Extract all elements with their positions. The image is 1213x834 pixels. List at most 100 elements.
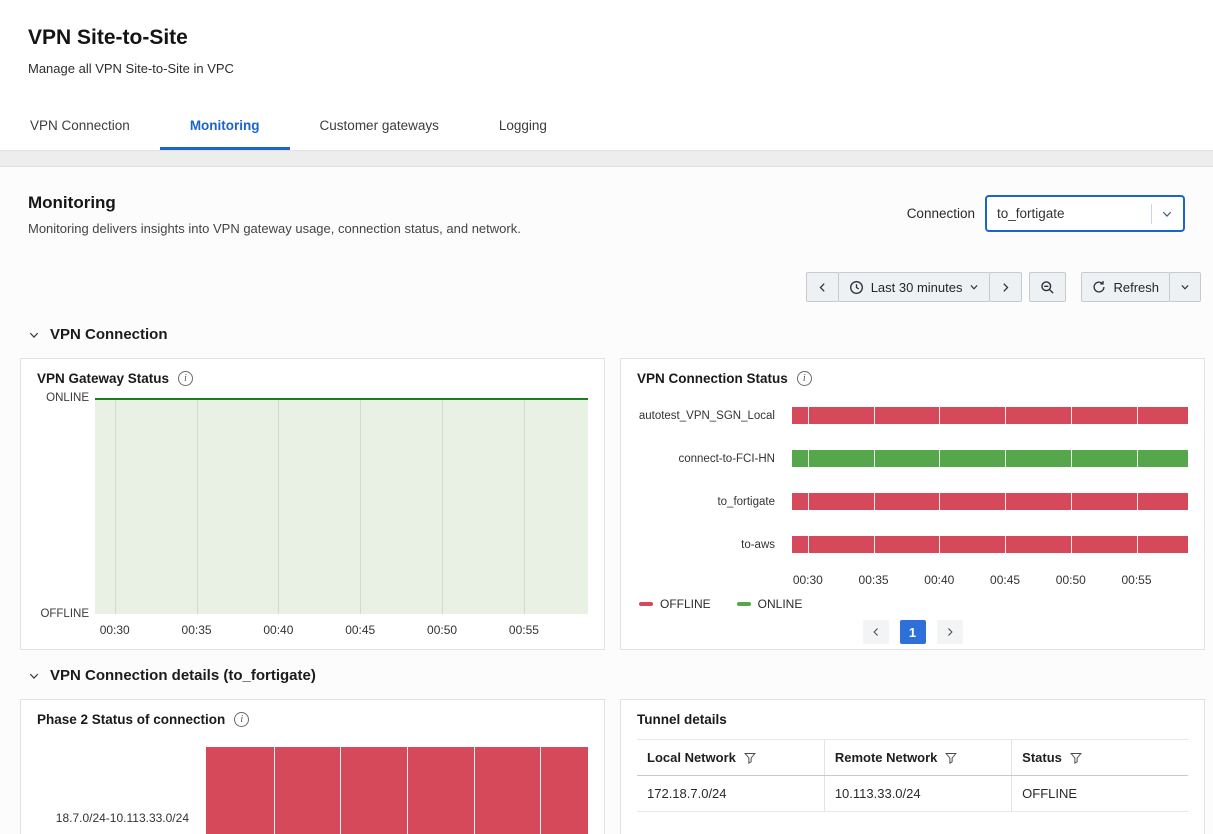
connection-status-chart: autotest_VPN_SGN_Local connect-to-FCI-HN: [637, 394, 1188, 644]
filter-icon[interactable]: [1070, 752, 1082, 764]
section-vpn-connection[interactable]: VPN Connection: [0, 302, 1213, 358]
phase2-status-panel: Phase 2 Status of connection i 18.7.0/24…: [20, 699, 605, 834]
x-tick: 00:50: [1056, 573, 1086, 587]
info-icon[interactable]: i: [178, 371, 193, 386]
column-header-status: Status: [1022, 750, 1062, 765]
vpn-site-to-site-page: VPN Site-to-Site Manage all VPN Site-to-…: [0, 0, 1213, 834]
x-tick: 00:55: [509, 623, 539, 637]
tab-customer-gateways[interactable]: Customer gateways: [290, 106, 469, 150]
gridline: [524, 400, 525, 614]
info-icon[interactable]: i: [234, 712, 249, 727]
tab-bar: VPN Connection Monitoring Customer gatew…: [0, 106, 1213, 150]
status-bar: [792, 536, 1188, 553]
gridline: [360, 400, 361, 614]
x-tick: 00:40: [924, 573, 954, 587]
gridline: [442, 400, 443, 614]
legend-label: ONLINE: [758, 597, 803, 611]
connection-status-row: autotest_VPN_SGN_Local: [637, 394, 1188, 437]
legend-item-offline[interactable]: OFFLINE: [639, 597, 711, 611]
vpn-connection-status-panel: VPN Connection Status i autotest_VPN_SGN…: [620, 358, 1205, 650]
time-range-button[interactable]: Last 30 minutes: [838, 272, 991, 302]
chevron-right-icon: [1000, 282, 1011, 293]
tab-monitoring[interactable]: Monitoring: [160, 106, 290, 150]
panel-title: Phase 2 Status of connection: [37, 712, 225, 727]
row-label: to_fortigate: [637, 496, 775, 508]
monitoring-header: Monitoring Monitoring delivers insights …: [0, 167, 1213, 240]
chevron-right-icon: [945, 627, 955, 637]
tunnel-details-table: Local Network Remote Network: [637, 739, 1188, 812]
filter-icon[interactable]: [945, 752, 957, 764]
tunnel-details-panel: Tunnel details Local Network: [620, 699, 1205, 834]
panel-title: VPN Connection Status: [637, 371, 788, 386]
time-forward-button[interactable]: [989, 272, 1022, 302]
refresh-interval-button[interactable]: [1169, 272, 1201, 302]
page-subtitle: Manage all VPN Site-to-Site in VPC: [28, 61, 1185, 76]
chevron-down-icon: [28, 329, 40, 341]
panel-title: VPN Gateway Status: [37, 371, 169, 386]
row-label: 18.7.0/24-10.113.33.0/24: [56, 811, 189, 825]
section-title: VPN Connection: [50, 326, 168, 343]
connection-select[interactable]: to_fortigate: [985, 195, 1185, 232]
chevron-left-icon: [871, 627, 881, 637]
monitoring-content: Monitoring Monitoring delivers insights …: [0, 167, 1213, 834]
time-range-label: Last 30 minutes: [871, 280, 963, 295]
legend-swatch: [639, 602, 653, 606]
table-row: 172.18.7.0/24 10.113.33.0/24 OFFLINE: [637, 776, 1188, 812]
gateway-status-plot: ONLINE OFFLINE: [95, 398, 588, 614]
status-bar: [792, 493, 1188, 510]
gateway-status-chart: ONLINE OFFLINE 00:30: [37, 398, 588, 639]
chevron-down-icon: [969, 282, 979, 292]
vpn-connection-details-panels: Phase 2 Status of connection i 18.7.0/24…: [20, 699, 1205, 834]
pagination-page-1[interactable]: 1: [900, 620, 926, 644]
pagination: 1: [637, 620, 1188, 644]
filter-icon[interactable]: [744, 752, 756, 764]
connection-select-value: to_fortigate: [997, 206, 1151, 221]
cell-local-network: 172.18.7.0/24: [637, 776, 824, 812]
section-vpn-connection-details[interactable]: VPN Connection details (to_fortigate): [0, 650, 1213, 699]
connection-control: Connection to_fortigate: [907, 195, 1185, 232]
info-icon[interactable]: i: [797, 371, 812, 386]
legend-swatch: [737, 602, 751, 606]
connection-label: Connection: [907, 206, 975, 221]
time-back-button[interactable]: [806, 272, 839, 302]
connection-status-row: to_fortigate: [637, 480, 1188, 523]
panel-title: Tunnel details: [637, 712, 727, 727]
page-title: VPN Site-to-Site: [28, 26, 1185, 50]
column-header-remote-network: Remote Network: [835, 750, 938, 765]
column-header-local-network: Local Network: [647, 750, 736, 765]
tab-vpn-connection[interactable]: VPN Connection: [0, 106, 160, 150]
gridline: [197, 400, 198, 614]
gridline: [115, 400, 116, 614]
pagination-next-button[interactable]: [937, 620, 963, 644]
y-axis-label-online: ONLINE: [37, 392, 89, 404]
zoom-group: [1029, 272, 1066, 302]
chevron-down-icon: [1180, 282, 1190, 292]
refresh-button[interactable]: Refresh: [1081, 272, 1170, 302]
phase2-status-chart: 18.7.0/24-10.113.33.0/24: [37, 747, 588, 834]
time-toolbar: Last 30 minutes Refresh: [0, 240, 1213, 302]
time-range-group: Last 30 minutes: [806, 272, 1023, 302]
refresh-icon: [1092, 280, 1106, 294]
online-area-fill: [95, 398, 588, 614]
pagination-prev-button[interactable]: [863, 620, 889, 644]
connection-status-row: to-aws: [637, 523, 1188, 566]
tab-logging[interactable]: Logging: [469, 106, 577, 150]
x-tick: 00:35: [859, 573, 889, 587]
cell-remote-network: 10.113.33.0/24: [824, 776, 1011, 812]
row-label: to-aws: [637, 539, 775, 551]
x-tick: 00:55: [1122, 573, 1152, 587]
x-tick: 00:40: [263, 623, 293, 637]
x-tick: 00:30: [100, 623, 130, 637]
monitoring-description: Monitoring delivers insights into VPN ga…: [28, 221, 521, 236]
legend-item-online[interactable]: ONLINE: [737, 597, 803, 611]
chevron-left-icon: [817, 282, 828, 293]
page-header: VPN Site-to-Site Manage all VPN Site-to-…: [0, 0, 1213, 151]
zoom-out-button[interactable]: [1029, 272, 1066, 302]
connection-status-row: connect-to-FCI-HN: [637, 437, 1188, 480]
connection-status-x-axis: 00:30 00:35 00:40 00:45 00:50 00:55: [792, 573, 1188, 588]
gridline: [278, 400, 279, 614]
chevron-down-icon: [1161, 208, 1173, 220]
x-tick: 00:45: [990, 573, 1020, 587]
cell-status: OFFLINE: [1012, 776, 1188, 812]
chevron-down-icon: [28, 670, 40, 682]
